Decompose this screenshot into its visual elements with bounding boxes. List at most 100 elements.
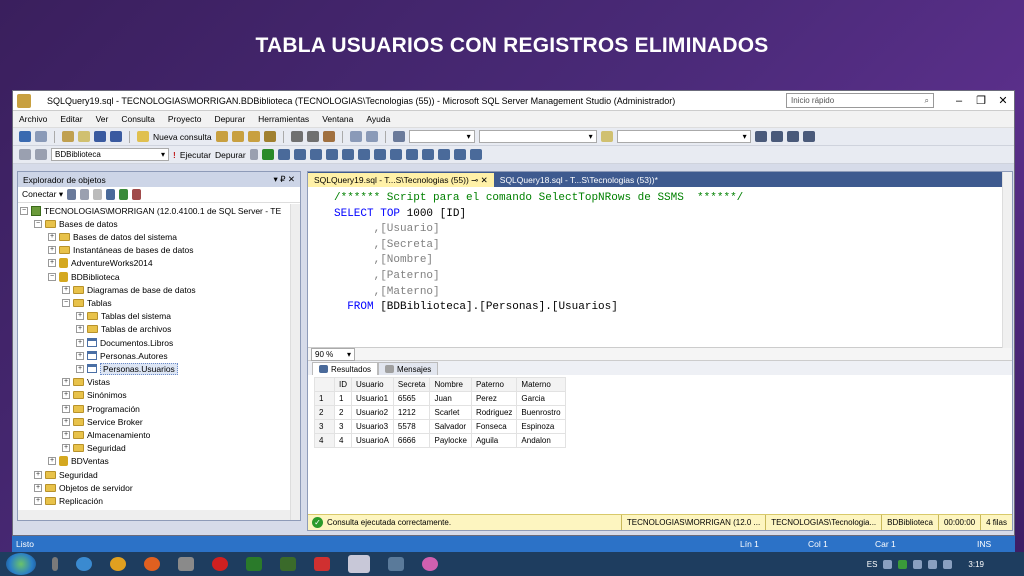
expand-toggle-icon[interactable]: + <box>62 285 70 294</box>
grid-cell[interactable]: Aguila <box>470 433 518 448</box>
grid-cell[interactable]: Garcia <box>516 391 566 406</box>
menu-item[interactable]: Proyecto <box>168 114 202 124</box>
tray-icon[interactable] <box>898 559 908 569</box>
grid-cell[interactable]: Juan <box>429 391 472 406</box>
tree-node[interactable]: + AdventureWorks2014 <box>48 257 153 270</box>
db-query-icon[interactable] <box>215 131 228 142</box>
mdx-query-icon[interactable] <box>247 131 260 142</box>
tab-messages[interactable]: Mensajes <box>378 362 439 375</box>
menu-item[interactable]: Consulta <box>121 114 155 124</box>
intellisense-icon[interactable] <box>309 149 322 160</box>
cut-icon[interactable] <box>290 131 303 142</box>
expand-toggle-icon[interactable]: + <box>62 430 70 439</box>
save-icon[interactable] <box>94 131 106 142</box>
results-to-file-icon[interactable] <box>389 149 402 160</box>
tree-node[interactable]: + Service Broker <box>62 415 143 428</box>
indent-icon[interactable] <box>437 149 450 160</box>
tree-vertical-scrollbar[interactable] <box>290 204 300 520</box>
flag-icon[interactable] <box>943 559 953 569</box>
tab-query[interactable]: SQLQuery19.sql - T...S\Tecnologias (55))… <box>308 173 494 187</box>
grid-column-header[interactable]: Materno <box>516 377 566 392</box>
refresh-icon[interactable] <box>119 189 129 200</box>
options-icon[interactable] <box>802 131 815 142</box>
expand-toggle-icon[interactable]: + <box>48 259 56 268</box>
back-icon[interactable] <box>19 131 31 142</box>
tree-node[interactable]: + Programación <box>62 402 140 415</box>
quick-search-input[interactable]: Inicio rápido ⌕ <box>786 93 934 108</box>
forward-icon[interactable] <box>35 131 47 142</box>
open-file-icon[interactable] <box>78 131 90 142</box>
tree-node[interactable]: + Tablas de archivos <box>76 323 171 336</box>
tree-node[interactable]: + Diagramas de base de datos <box>62 283 196 296</box>
grid-cell[interactable]: 1 <box>334 391 352 406</box>
connect-explorer-icon[interactable] <box>67 189 77 200</box>
tree-node[interactable]: + Seguridad <box>62 442 126 455</box>
expand-toggle-icon[interactable]: − <box>62 298 70 307</box>
grid-cell[interactable]: Rodriguez <box>470 405 518 420</box>
find-in-files-icon[interactable] <box>600 131 613 142</box>
sql-editor[interactable]: /****** Script para el comando SelectTop… <box>308 187 1012 347</box>
menu-item[interactable]: Depurar <box>214 114 245 124</box>
toolbox-icon[interactable] <box>786 131 799 142</box>
connect-button[interactable]: Conectar ▾ <box>22 189 63 200</box>
tree-node[interactable]: + Documentos.Libros <box>76 336 173 349</box>
media-icon[interactable] <box>422 557 438 571</box>
redo-icon[interactable] <box>365 131 378 142</box>
find-combo[interactable]: ▾ <box>616 130 751 143</box>
activity-monitor-icon[interactable] <box>392 131 405 142</box>
execute-button[interactable]: Ejecutar <box>180 150 211 160</box>
stop-icon[interactable] <box>93 189 103 200</box>
expand-toggle-icon[interactable]: + <box>76 338 84 347</box>
network-icon[interactable] <box>913 559 923 569</box>
volume-icon[interactable] <box>928 559 938 569</box>
expand-toggle-icon[interactable]: − <box>34 219 42 228</box>
tree-node[interactable]: + Tablas del sistema <box>76 310 171 323</box>
query-options-icon[interactable] <box>293 149 306 160</box>
filter-icon[interactable] <box>106 189 116 200</box>
estimated-plan-icon[interactable] <box>277 149 290 160</box>
grid-cell[interactable]: Andalon <box>516 433 566 448</box>
tree-node[interactable]: + Replicación <box>34 494 103 507</box>
grid-cell[interactable]: Salvador <box>429 419 472 434</box>
tree-horizontal-scrollbar[interactable] <box>18 510 290 520</box>
expand-toggle-icon[interactable]: + <box>34 470 42 479</box>
menu-item[interactable]: Editar <box>60 114 82 124</box>
row-number[interactable]: 3 <box>314 419 335 434</box>
tab-query[interactable]: SQLQuery18.sql - T...S\Tecnologias (53))… <box>494 173 664 187</box>
disconnect-icon[interactable] <box>80 189 90 200</box>
tab-results[interactable]: Resultados <box>312 362 379 375</box>
expand-toggle-icon[interactable]: + <box>62 417 70 426</box>
specify-values-icon[interactable] <box>469 149 482 160</box>
expand-toggle-icon[interactable]: + <box>76 312 84 321</box>
tray-icon[interactable] <box>883 559 893 569</box>
grid-cell[interactable]: 1212 <box>392 405 431 420</box>
tools-icon[interactable] <box>770 131 783 142</box>
results-to-grid-icon[interactable] <box>373 149 386 160</box>
chrome-icon[interactable] <box>110 557 126 571</box>
expand-toggle-icon[interactable]: + <box>76 325 84 334</box>
tree-node[interactable]: + Vistas <box>62 376 110 389</box>
client-stats-icon[interactable] <box>341 149 354 160</box>
grid-corner[interactable] <box>314 377 335 392</box>
solution-platform-select[interactable]: ▾ <box>478 130 597 143</box>
activity-icon[interactable] <box>132 189 142 200</box>
expand-toggle-icon[interactable]: + <box>34 496 42 505</box>
save-all-icon[interactable] <box>110 131 122 142</box>
menu-item[interactable]: Herramientas <box>258 114 309 124</box>
tree-node[interactable]: + Almacenamiento <box>62 428 150 441</box>
grid-cell[interactable]: 3 <box>334 419 352 434</box>
minimize-button[interactable]: – <box>948 95 970 107</box>
restore-button[interactable]: ❐ <box>970 94 992 107</box>
expand-toggle-icon[interactable]: + <box>34 483 42 492</box>
pane-pin-icon[interactable]: ▾ ₽ ✕ <box>273 174 295 185</box>
tree-node[interactable]: + Seguridad <box>34 468 98 481</box>
grid-cell[interactable]: Usuario3 <box>351 419 394 434</box>
row-number[interactable]: 1 <box>314 391 335 406</box>
grid-cell[interactable]: Fonseca <box>470 419 518 434</box>
comment-icon[interactable] <box>405 149 418 160</box>
new-query-button[interactable]: Nueva consulta <box>153 132 212 142</box>
expand-toggle-icon[interactable]: − <box>20 206 28 215</box>
firefox-icon[interactable] <box>144 557 160 571</box>
uncomment-icon[interactable] <box>421 149 434 160</box>
grid-cell[interactable]: 4 <box>334 433 352 448</box>
